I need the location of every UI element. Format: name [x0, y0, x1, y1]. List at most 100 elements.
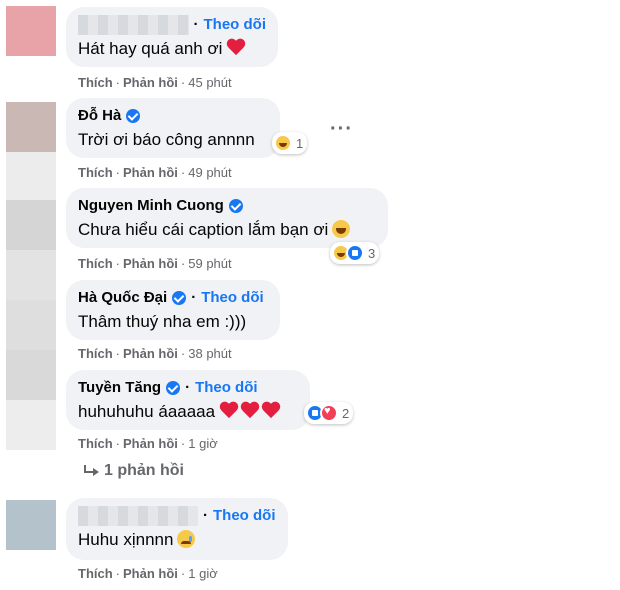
reply-button[interactable]: Phản hồi	[123, 436, 178, 451]
like-button[interactable]: Thích	[78, 75, 113, 90]
comment-text: huhuhuhu áaaaaa	[78, 402, 216, 421]
more-options-icon[interactable]: ···	[330, 118, 353, 141]
heart-icon	[261, 401, 281, 419]
follow-link[interactable]: Theo dõi	[213, 506, 276, 526]
avatar[interactable]	[6, 350, 56, 400]
verified-badge-icon	[166, 381, 181, 395]
avatar[interactable]	[6, 500, 56, 550]
comment-actions: Thích · Phản hồi · 49 phút	[78, 165, 232, 180]
love-reaction-icon	[320, 404, 338, 422]
comment-text-row: Hát hay quá anh ơi	[78, 38, 266, 60]
comment-actions: Thích · Phản hồi · 1 giờ	[78, 566, 218, 581]
comment-actions: Thích · Phản hồi · 1 giờ	[78, 436, 218, 451]
separator-dot: ·	[115, 346, 121, 361]
reply-button[interactable]: Phản hồi	[123, 256, 178, 271]
comment-text: Thâm thuý nha em :)))	[78, 312, 247, 331]
timestamp[interactable]: 1 giờ	[188, 566, 218, 581]
avatar[interactable]	[6, 102, 56, 152]
like-button[interactable]: Thích	[78, 436, 113, 451]
haha-reaction-icon	[274, 134, 292, 152]
comment-actions: Thích · Phản hồi · 59 phút	[78, 256, 232, 271]
comment-header: · Theo dõi	[78, 506, 276, 526]
reply-arrow-icon	[84, 465, 99, 476]
comment-header: · Theo dõi	[78, 15, 266, 35]
separator-dot: ·	[191, 289, 197, 306]
comment-text: Chưa hiểu cái caption lắm bạn ơi	[78, 220, 329, 239]
like-button[interactable]: Thích	[78, 165, 113, 180]
timestamp[interactable]: 38 phút	[188, 346, 231, 361]
comment-text: Huhu xịnnnn	[78, 530, 174, 549]
separator-dot: ·	[115, 566, 121, 581]
verified-badge-icon	[126, 109, 141, 123]
crying-emoji-icon	[177, 530, 196, 548]
follow-link[interactable]: Theo dõi	[201, 288, 264, 308]
timestamp[interactable]: 49 phút	[188, 165, 231, 180]
comment-bubble: · Theo dõi Huhu xịnnnn	[66, 498, 288, 560]
commenter-name[interactable]: Đỗ Hà	[78, 106, 121, 126]
comment-text-row: huhuhuhu áaaaaa	[78, 401, 298, 423]
timestamp[interactable]: 45 phút	[188, 75, 231, 90]
separator-dot: ·	[180, 256, 186, 271]
reaction-count: 2	[342, 405, 350, 421]
comment-header: Nguyen Minh Cuong	[78, 196, 376, 216]
comment-bubble: Đỗ Hà Trời ơi báo công annnn	[66, 98, 280, 158]
reply-button[interactable]: Phản hồi	[123, 165, 178, 180]
follow-link[interactable]: Theo dõi	[195, 378, 258, 398]
heart-icon	[226, 38, 246, 56]
heart-icon	[240, 401, 260, 419]
separator-dot: ·	[115, 75, 121, 90]
separator-dot: ·	[180, 436, 186, 451]
comment-actions: Thích · Phản hồi · 38 phút	[78, 346, 232, 361]
hidden-username	[78, 15, 189, 35]
reaction-count: 3	[368, 245, 376, 261]
like-button[interactable]: Thích	[78, 566, 113, 581]
comment-actions: Thích · Phản hồi · 45 phút	[78, 75, 232, 90]
comment-bubble: Nguyen Minh Cuong Chưa hiểu cái caption …	[66, 188, 388, 248]
reaction-summary[interactable]: 3	[330, 242, 380, 264]
hidden-username	[78, 506, 198, 526]
avatar-placeholder	[6, 400, 56, 450]
comment-text-row: Huhu xịnnnn	[78, 529, 276, 551]
comment-text-row: Trời ơi báo công annnn	[78, 129, 268, 151]
commenter-name[interactable]: Tuyền Tăng	[78, 378, 161, 398]
comment-bubble: Tuyền Tăng · Theo dõi huhuhuhu áaaaaa	[66, 370, 310, 430]
follow-link[interactable]: Theo dõi	[204, 15, 267, 35]
comment-text: Hát hay quá anh ơi	[78, 39, 223, 58]
avatar-placeholder	[6, 152, 56, 202]
separator-dot: ·	[115, 256, 121, 271]
reaction-summary[interactable]: 1	[272, 132, 308, 154]
comment-header: Hà Quốc Đại · Theo dõi	[78, 288, 268, 308]
timestamp[interactable]: 59 phút	[188, 256, 231, 271]
comment-bubble: Hà Quốc Đại · Theo dõi Thâm thuý nha em …	[66, 280, 280, 340]
comment-bubble: · Theo dõi Hát hay quá anh ơi	[66, 7, 278, 67]
like-reaction-icon	[346, 244, 364, 262]
grinning-emoji-icon	[332, 220, 351, 238]
separator-dot: ·	[180, 566, 186, 581]
reply-button[interactable]: Phản hồi	[123, 346, 178, 361]
timestamp[interactable]: 1 giờ	[188, 436, 218, 451]
like-button[interactable]: Thích	[78, 346, 113, 361]
verified-badge-icon	[228, 199, 243, 213]
view-replies-link[interactable]: 1 phản hồi	[84, 462, 184, 480]
avatar[interactable]	[6, 300, 56, 350]
reply-button[interactable]: Phản hồi	[123, 75, 178, 90]
avatar[interactable]	[6, 6, 56, 56]
reply-button[interactable]: Phản hồi	[123, 566, 178, 581]
heart-icon	[219, 401, 239, 419]
comment-header: Đỗ Hà	[78, 106, 268, 126]
verified-badge-icon	[172, 291, 187, 305]
separator-dot: ·	[115, 165, 121, 180]
comment-text-row: Chưa hiểu cái caption lắm bạn ơi	[78, 219, 376, 241]
commenter-name[interactable]: Nguyen Minh Cuong	[78, 196, 224, 216]
replies-count-label: 1 phản hồi	[104, 462, 184, 479]
separator-dot: ·	[185, 379, 191, 396]
separator-dot: ·	[203, 507, 208, 524]
separator-dot: ·	[180, 165, 186, 180]
avatar-placeholder	[6, 250, 56, 300]
commenter-name[interactable]: Hà Quốc Đại	[78, 288, 167, 308]
comment-text-row: Thâm thuý nha em :)))	[78, 311, 268, 333]
reaction-summary[interactable]: 2	[304, 402, 354, 424]
separator-dot: ·	[193, 16, 199, 33]
like-button[interactable]: Thích	[78, 256, 113, 271]
avatar[interactable]	[6, 200, 56, 250]
